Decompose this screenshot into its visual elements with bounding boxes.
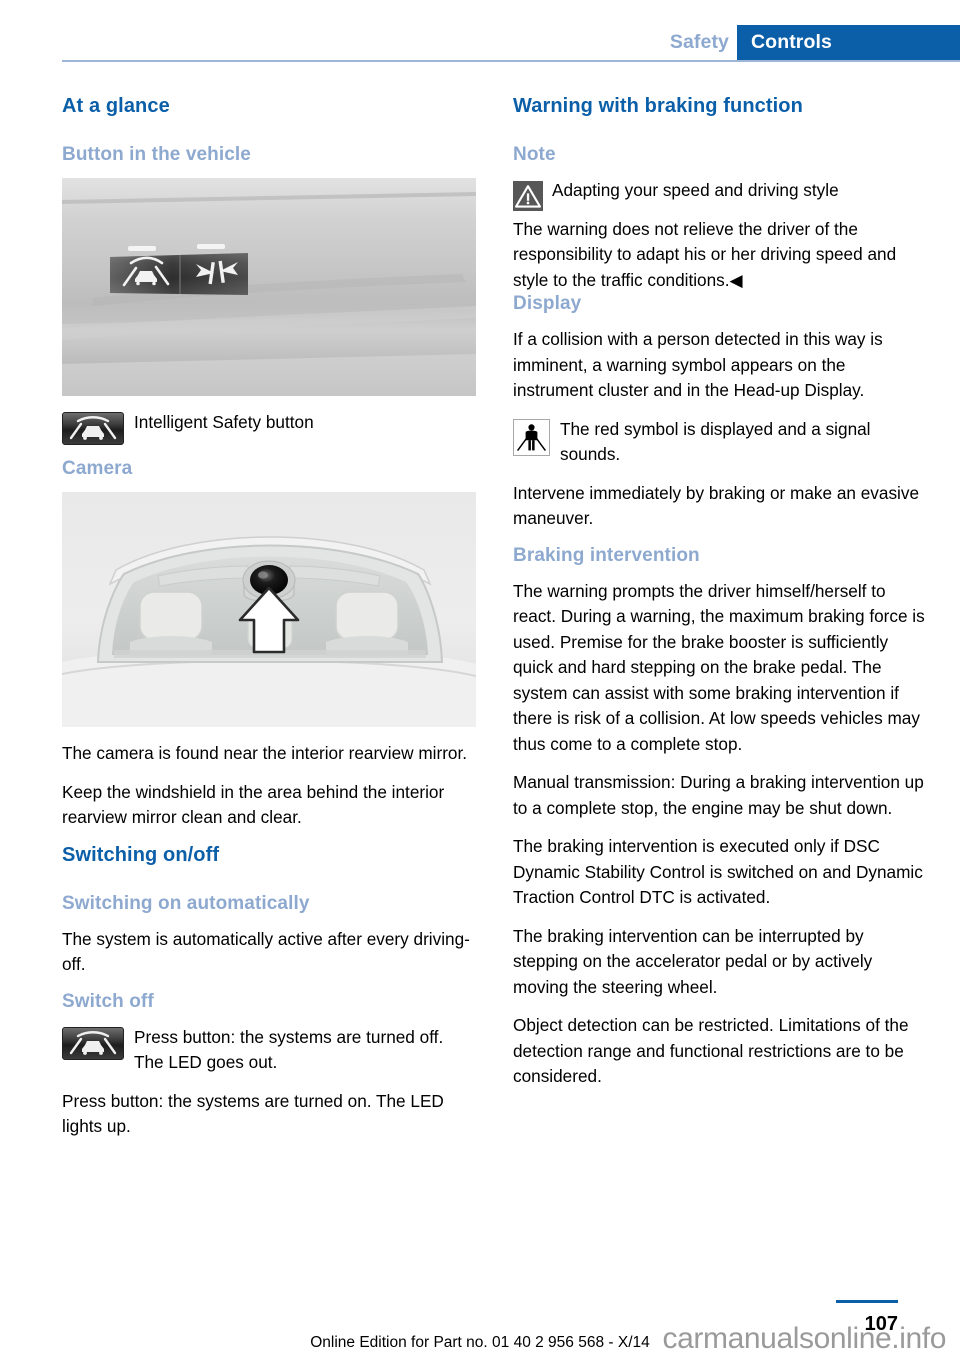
braking-paragraph-1: The warning prompts the driver himself/h… [513, 580, 925, 754]
heading-camera: Camera [62, 458, 133, 479]
figure-camera-location [62, 492, 476, 727]
switching-auto-paragraph: The system is automatically active after… [62, 928, 470, 975]
heading-switching-on-automatically: Switching on automatically [62, 892, 310, 914]
note-line-1: Adapting your speed and driving style [552, 180, 839, 200]
heading-braking-intervention: Braking intervention [513, 544, 700, 566]
braking-paragraph-5: Object detection can be restricted. Limi… [513, 1015, 909, 1086]
braking-paragraph-3: The braking intervention is executed onl… [513, 836, 923, 907]
display-paragraph-1: If a collision with a person detected in… [513, 329, 883, 400]
heading-button-in-the-vehicle: Button in the vehicle [62, 144, 251, 165]
warning-triangle-icon [513, 181, 543, 211]
display-symbol-row: The red symbol is displayed and a signal… [513, 417, 927, 468]
display-symbol-text: The red symbol is displayed and a signal… [560, 418, 871, 465]
note-body: The warning does not relieve the driver … [513, 218, 897, 290]
breadcrumb-chapter: Safety [669, 31, 729, 53]
breadcrumb-section-tab: Controls [737, 25, 960, 60]
heading-switch-off: Switch off [62, 990, 154, 1012]
heading-note: Note [513, 144, 556, 165]
page-header: Safety Controls [0, 0, 960, 62]
switch-off-row: Press button: the systems are turned off… [62, 1025, 476, 1076]
heading-display: Display [513, 293, 582, 314]
page-number-rule [836, 1300, 898, 1303]
left-column: At a glance Button in the vehicle Intell… [62, 95, 476, 1140]
braking-paragraph-4: The braking intervention can be interrup… [513, 925, 873, 997]
intelligent-safety-button-row: Intelligent Safety button [62, 410, 476, 445]
switch-off-text: Press button: the systems are turned off… [134, 1026, 444, 1073]
heading-at-a-glance: At a glance [62, 95, 170, 117]
figure-button-in-vehicle [62, 178, 476, 396]
intelligent-safety-label: Intelligent Safety button [134, 412, 314, 432]
braking-paragraph-2: Manual transmission: During a braking in… [513, 772, 924, 818]
switch-on-text: Press button: the systems are turned on.… [62, 1090, 444, 1137]
heading-switching-on-off: Switching on/off [62, 843, 220, 866]
note-block: Adapting your speed and driving style Th… [513, 178, 927, 293]
header-divider [62, 60, 960, 62]
pedestrian-warning-icon [513, 418, 550, 456]
camera-paragraph-2: Keep the windshield in the area behind t… [62, 781, 445, 828]
page-footer: 107 Online Edition for Part no. 01 40 2 … [0, 1282, 960, 1362]
camera-paragraph-1: The camera is found near the interior re… [62, 743, 468, 763]
right-column: Warning with braking function Note Adapt… [513, 95, 927, 1090]
display-paragraph-2: Intervene immediately by braking or make… [513, 482, 920, 529]
breadcrumb-section-label: Controls [751, 31, 832, 53]
page-number: 107 [864, 1313, 898, 1335]
heading-warning-with-braking-function: Warning with braking function [513, 95, 803, 117]
intelligent-safety-icon [62, 1026, 124, 1060]
intelligent-safety-icon [62, 412, 124, 445]
online-edition-note: Online Edition for Part no. 01 40 2 956 … [310, 1334, 650, 1351]
